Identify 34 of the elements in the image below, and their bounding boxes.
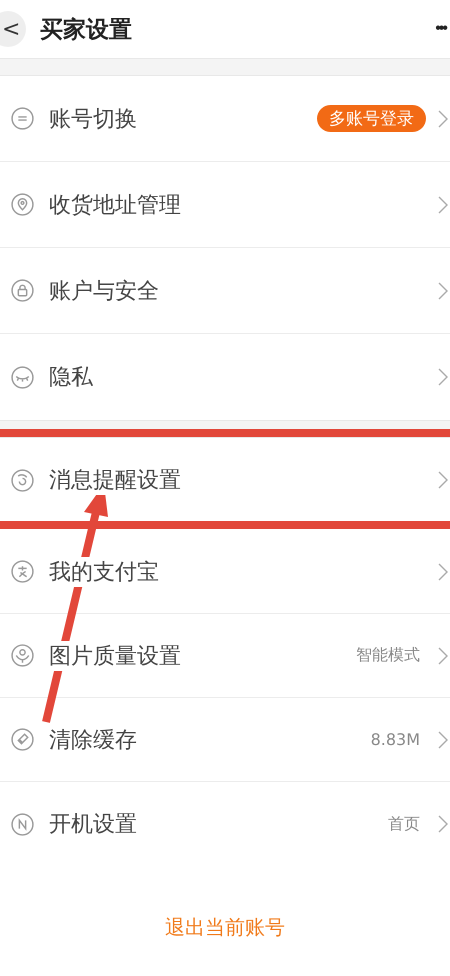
chevron-right-icon	[438, 194, 448, 214]
location-pin-icon	[10, 192, 35, 217]
row-label: 我的支付宝	[49, 556, 159, 586]
letter-n-icon	[10, 812, 35, 836]
closed-eye-icon	[10, 364, 35, 390]
lock-icon	[10, 278, 35, 303]
settings-row[interactable]: 收货地址管理	[0, 162, 450, 248]
page-title: 买家设置	[40, 16, 133, 44]
chevron-right-icon	[438, 108, 448, 128]
chevron-right-icon	[438, 470, 448, 490]
broom-icon	[10, 727, 35, 752]
row-value: 首页	[388, 814, 420, 834]
picture-icon	[10, 643, 35, 668]
equals-icon	[10, 106, 35, 131]
settings-row[interactable]: 隐私	[0, 334, 450, 420]
chevron-right-icon	[438, 367, 448, 387]
more-button[interactable]: •••	[435, 20, 450, 38]
chevron-right-icon	[438, 730, 448, 750]
account-badge: 多账号登录	[317, 105, 426, 132]
row-label: 图片质量设置	[49, 640, 181, 670]
settings-row[interactable]: 我的支付宝	[0, 530, 450, 614]
settings-row[interactable]: 账号切换 多账号登录	[0, 76, 450, 162]
row-value: 智能模式	[356, 645, 420, 666]
back-button[interactable]: <	[0, 11, 26, 47]
settings-row[interactable]: 消息提醒设置	[0, 438, 450, 522]
chevron-right-icon	[438, 562, 448, 582]
chevron-right-icon	[438, 814, 448, 834]
row-value: 8.83M	[370, 730, 420, 749]
chevron-right-icon	[438, 646, 448, 666]
settings-row[interactable]: 图片质量设置 智能模式	[0, 614, 450, 698]
chevron-right-icon	[438, 280, 448, 300]
settings-row[interactable]: 开机设置 首页	[0, 782, 450, 866]
settings-row[interactable]: 账户与安全	[0, 248, 450, 334]
settings-row[interactable]: 清除缓存 8.83M	[0, 698, 450, 782]
